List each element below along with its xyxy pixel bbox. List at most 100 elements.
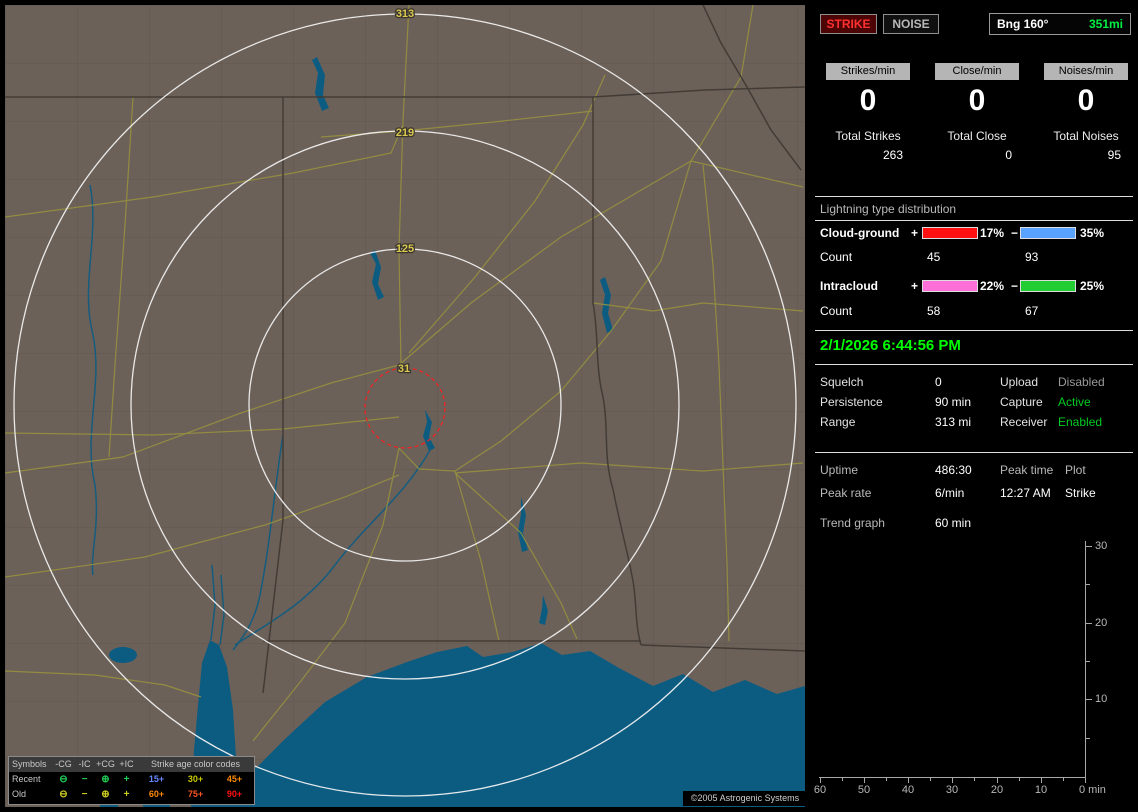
total-noises-value: 95 [1107, 148, 1121, 162]
age-code: 45+ [226, 774, 243, 784]
age-code: 15+ [148, 774, 165, 784]
total-strikes-label: Total Strikes [835, 129, 901, 143]
legend-old-label: Old [12, 789, 27, 799]
trend-graph-window: 60 min [935, 516, 972, 530]
legend-type-header: -CG [53, 757, 74, 772]
ic-positive-bar [922, 280, 978, 292]
receiver-label: Receiver [1000, 415, 1048, 429]
legend-type-header: +IC [116, 757, 137, 772]
noises-per-min-badge: Noises/min [1044, 63, 1128, 80]
capture-status: Active [1058, 395, 1091, 409]
title-underline [815, 220, 1133, 221]
cloud-ground-label: Cloud-ground [820, 226, 900, 240]
uptime-label: Uptime [820, 463, 859, 477]
range-value: 313 mi [935, 415, 972, 429]
strikes-per-min-value: 0 [859, 84, 877, 117]
ic-positive-count: 58 [927, 304, 941, 318]
total-strikes-value: 263 [882, 148, 903, 162]
neg-cg-symbol-icon: ⊖ [59, 789, 68, 800]
y-axis-tick-label: 20 [1095, 617, 1108, 629]
total-noises-label: Total Noises [1053, 129, 1119, 143]
upload-label: Upload [1000, 375, 1039, 389]
pos-cg-symbol-icon: ⊕ [101, 774, 110, 785]
y-axis-tick-label: 30 [1095, 540, 1108, 552]
x-axis-tick-label: 20 [990, 784, 1004, 796]
x-axis-end-label: 0 min [1079, 784, 1106, 796]
age-code: 30+ [187, 774, 204, 784]
trend-graph-label: Trend graph [820, 516, 885, 530]
strikes-per-min-badge: Strikes/min [826, 63, 910, 80]
age-code: 60+ [148, 789, 165, 799]
upload-status: Disabled [1058, 375, 1105, 389]
total-close-value: 0 [1005, 148, 1012, 162]
close-per-min-badge: Close/min [935, 63, 1019, 80]
cg-negative-bar [1020, 227, 1076, 239]
plot-label: Plot [1065, 463, 1086, 477]
trend-graph [819, 541, 1092, 783]
neg-ic-symbol-icon: − [81, 789, 88, 800]
cg-negative-pct: 35% [1080, 226, 1105, 240]
ic-negative-pct: 25% [1080, 279, 1105, 293]
close-per-min-value: 0 [968, 84, 986, 117]
minus-sign: − [1011, 279, 1019, 293]
neg-cg-symbol-icon: ⊖ [59, 774, 68, 785]
pos-ic-symbol-icon: + [123, 789, 130, 800]
age-code: 75+ [187, 789, 204, 799]
distribution-title: Lightning type distribution [820, 202, 957, 216]
peak-rate-value: 6/min [935, 486, 965, 500]
legend-recent-label: Recent [12, 774, 41, 784]
section-divider [815, 196, 1133, 197]
noise-mode-button[interactable]: NOISE [883, 14, 939, 34]
peak-time-label: Peak time [1000, 463, 1054, 477]
x-axis-tick-label: 30 [945, 784, 959, 796]
nexstorm-window: 313 219 125 31 Symbols -CG -IC +CG +IC S… [0, 0, 1138, 812]
range-label: Range [820, 415, 856, 429]
x-axis-tick-label: 60 [813, 784, 827, 796]
lightning-map[interactable]: 313 219 125 31 Symbols -CG -IC +CG +IC S… [5, 5, 807, 807]
plus-sign: + [911, 279, 919, 293]
legend-symbols-header: Symbols [9, 757, 53, 772]
cg-positive-count: 45 [927, 250, 941, 264]
plot-value: Strike [1065, 486, 1096, 500]
range-ring-label: 31 [398, 363, 410, 375]
range-ring-label: 313 [396, 8, 414, 20]
ic-positive-pct: 22% [980, 279, 1005, 293]
peak-time-value: 12:27 AM [1000, 486, 1051, 500]
neg-ic-symbol-icon: − [81, 774, 88, 785]
uptime-value: 486:30 [935, 463, 972, 477]
cg-positive-pct: 17% [980, 226, 1005, 240]
ic-count-label: Count [820, 304, 853, 318]
range-ring-label: 125 [396, 243, 414, 255]
strike-legend: Symbols -CG -IC +CG +IC Strike age color… [8, 756, 255, 805]
strike-mode-button[interactable]: STRIKE [820, 14, 877, 34]
x-axis-tick-label: 10 [1034, 784, 1048, 796]
total-close-label: Total Close [947, 129, 1007, 143]
cg-positive-bar [922, 227, 978, 239]
plus-sign: + [911, 226, 919, 240]
map-graphics: 313 219 125 31 [5, 5, 805, 807]
squelch-value: 0 [935, 375, 942, 389]
persistence-label: Persistence [820, 395, 883, 409]
y-axis-tick-label: 10 [1095, 693, 1108, 705]
bearing-label: Bng 160° [997, 17, 1049, 31]
section-divider [815, 452, 1133, 453]
age-code: 90+ [226, 789, 243, 799]
x-axis-tick-label: 50 [857, 784, 871, 796]
section-divider [815, 364, 1133, 365]
noises-per-min-value: 0 [1077, 84, 1095, 117]
pos-ic-symbol-icon: + [123, 774, 130, 785]
datetime-display: 2/1/2026 6:44:56 PM [820, 337, 961, 354]
legend-age-header: Strike age color codes [137, 757, 254, 772]
persistence-value: 90 min [935, 395, 972, 409]
copyright-text: ©2005 Astrogenic Systems [683, 791, 807, 806]
control-panel: STRIKE NOISE Bng 160° 351mi Strikes/min … [812, 0, 1138, 812]
x-axis-tick-label: 40 [901, 784, 915, 796]
ic-negative-bar [1020, 280, 1076, 292]
legend-type-header: -IC [74, 757, 95, 772]
minus-sign: − [1011, 226, 1019, 240]
legend-type-header: +CG [95, 757, 116, 772]
pos-cg-symbol-icon: ⊕ [101, 789, 110, 800]
ic-negative-count: 67 [1025, 304, 1039, 318]
cg-count-label: Count [820, 250, 853, 264]
squelch-label: Squelch [820, 375, 864, 389]
